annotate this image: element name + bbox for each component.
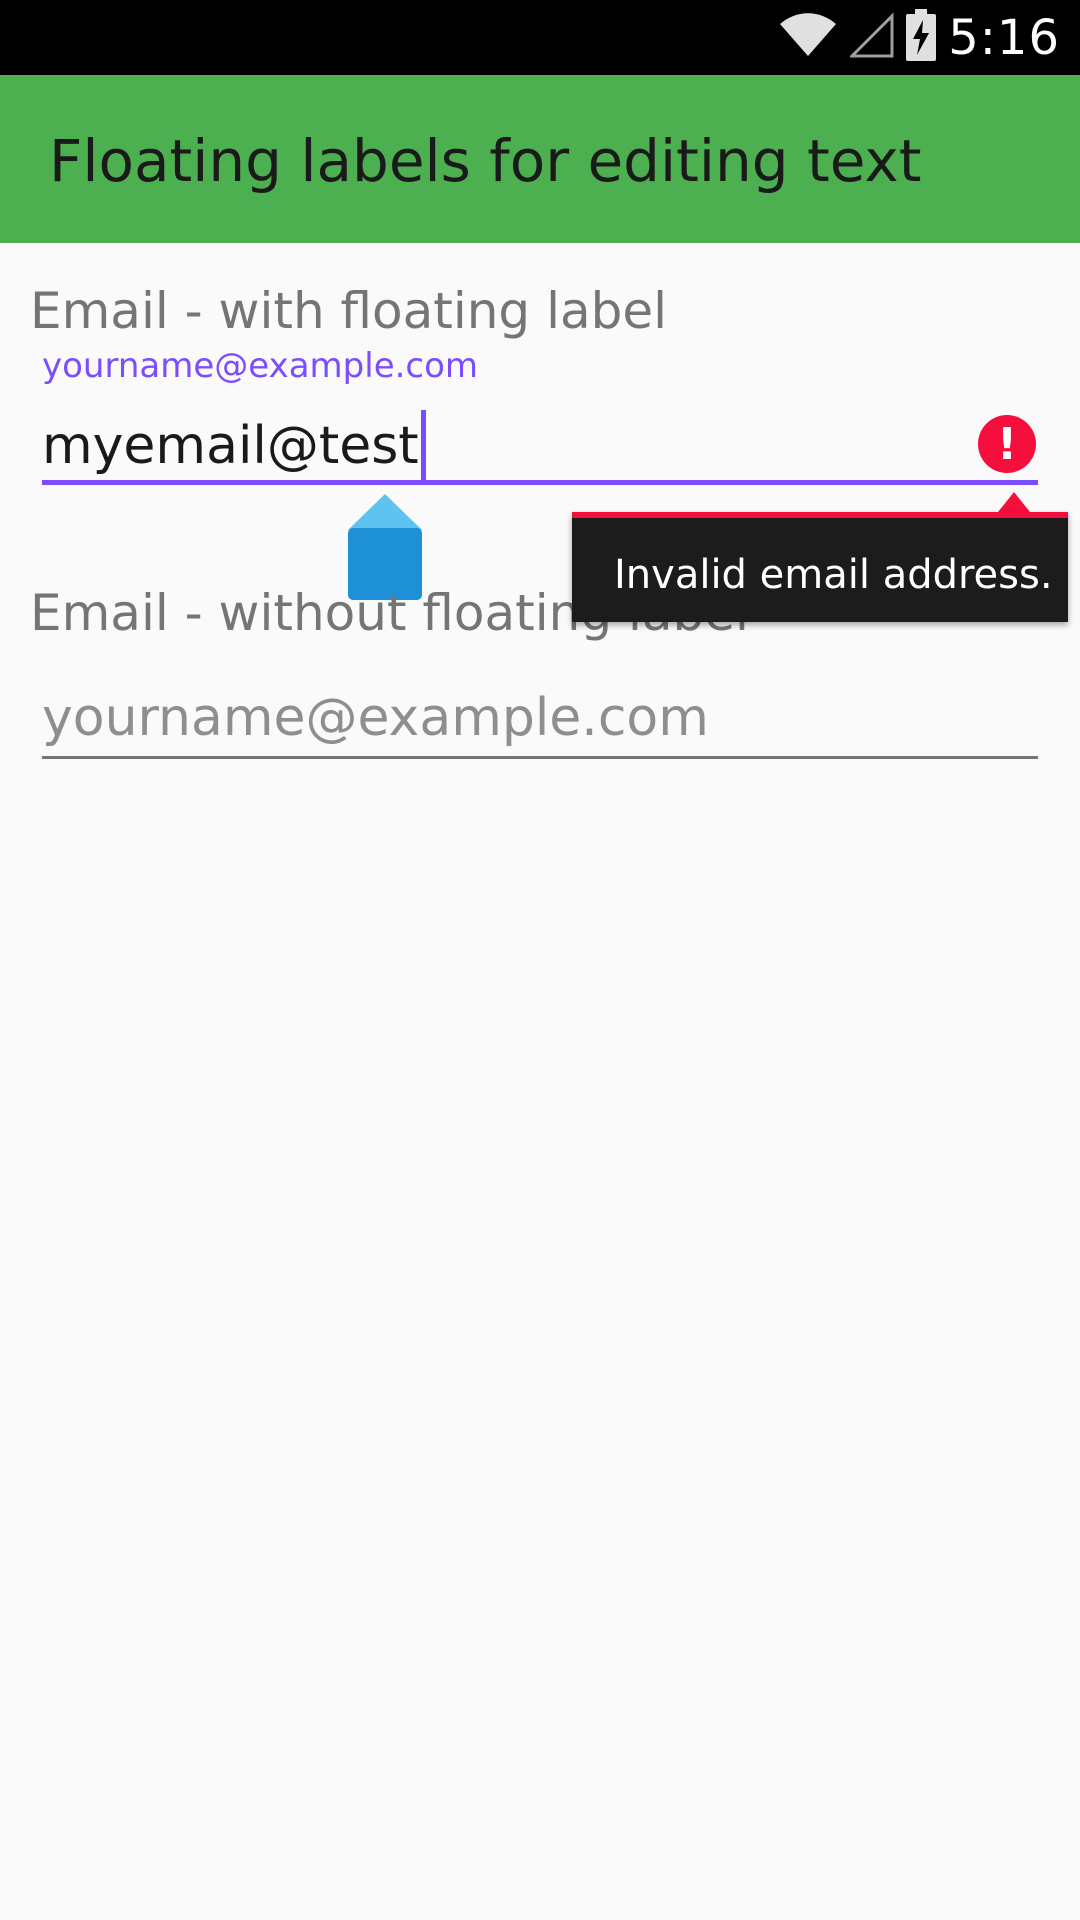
- text-cursor: [420, 410, 426, 482]
- email-input-value[interactable]: myemail@test: [42, 410, 426, 482]
- status-bar: 5:16: [0, 0, 1080, 75]
- error-popup: Invalid email address.: [572, 512, 1068, 622]
- email-input-text: myemail@test: [42, 416, 419, 476]
- email-field-plain[interactable]: yourname@example.com: [42, 688, 1038, 768]
- error-message: Invalid email address.: [614, 552, 1053, 598]
- status-clock: 5:16: [948, 9, 1060, 66]
- app-title: Floating labels for editing text: [49, 127, 922, 195]
- wifi-icon: [778, 12, 838, 63]
- email-input-placeholder: yourname@example.com: [42, 688, 709, 748]
- input-underline: [42, 756, 1038, 759]
- section-label-floating: Email - with floating label: [30, 282, 667, 340]
- floating-hint-label: yourname@example.com: [42, 346, 479, 386]
- error-icon[interactable]: !: [978, 415, 1036, 473]
- signal-icon: [848, 12, 894, 63]
- email-field-floating[interactable]: myemail@test: [42, 410, 1038, 492]
- error-popup-pointer: [998, 492, 1030, 512]
- status-icons: 5:16: [778, 0, 1080, 75]
- input-underline-active: [42, 480, 1038, 485]
- app-screen: 5:16 Floating labels for editing text Em…: [0, 0, 1080, 1920]
- app-bar: Floating labels for editing text: [0, 75, 1080, 243]
- battery-charging-icon: [906, 9, 937, 66]
